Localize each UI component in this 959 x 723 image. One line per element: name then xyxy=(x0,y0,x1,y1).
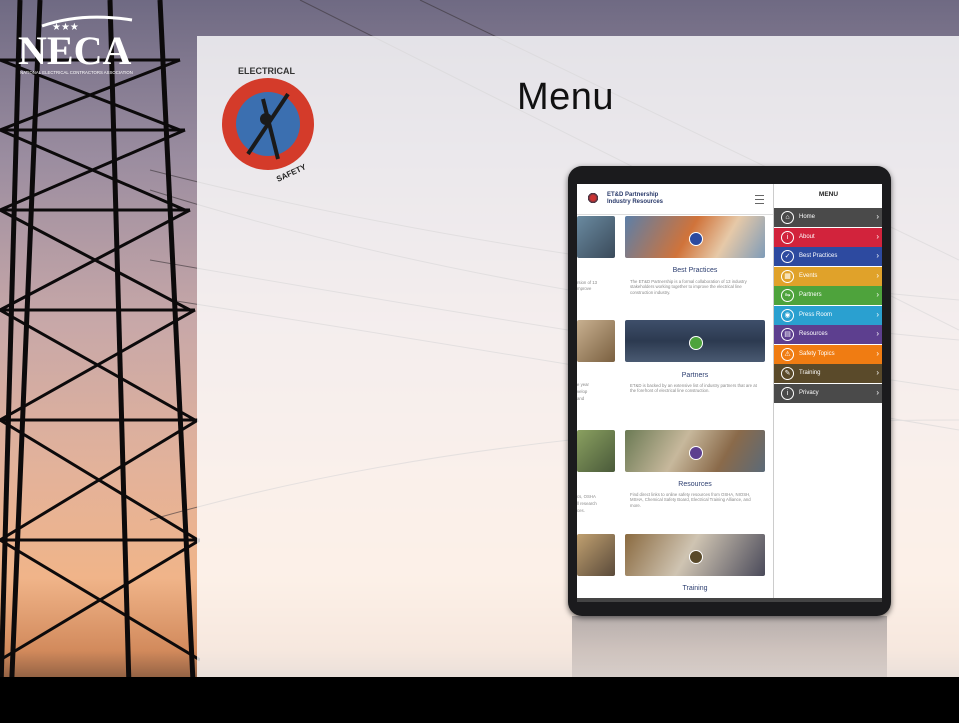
menu-item-resources[interactable]: ▤ Resources › xyxy=(774,325,882,344)
slide-background: NECA ★★★ NATIONAL ELECTRICAL CONTRACTORS… xyxy=(0,0,959,723)
chevron-right-icon: › xyxy=(876,387,879,397)
partial-text: e year xyxy=(577,382,589,387)
partial-text: rsion of 13 xyxy=(577,280,598,285)
side-menu: MENU ⌂ Home › i About › ✓ Best Practices… xyxy=(773,184,882,598)
app-screen: ET&D Partnership Industry Resources rsio… xyxy=(577,184,882,598)
pencil-icon: ✎ xyxy=(781,367,794,380)
menu-item-label: Press Room xyxy=(799,311,833,318)
chevron-right-icon: › xyxy=(876,290,879,299)
checklist-icon xyxy=(689,232,703,246)
neca-logo-text: NECA xyxy=(18,28,131,73)
partial-text: mprove xyxy=(577,286,592,291)
menu-header: MENU xyxy=(818,191,839,198)
folder-icon: ▤ xyxy=(781,328,794,341)
folder-icon xyxy=(689,446,703,460)
slide-bottom-bar xyxy=(0,677,959,723)
tablet-home-bar xyxy=(577,598,882,602)
partial-photo-4 xyxy=(577,534,615,576)
partial-text: and xyxy=(577,396,585,401)
chevron-right-icon: › xyxy=(876,212,879,221)
menu-item-training[interactable]: ✎ Training › xyxy=(774,364,882,383)
menu-item-about[interactable]: i About › xyxy=(774,227,882,247)
chevron-right-icon: › xyxy=(876,348,879,358)
partial-text: ll research xyxy=(577,501,597,506)
etd-partnership-seal: ELECTRICAL SAFETY xyxy=(218,64,333,189)
etd-app-logo xyxy=(587,192,599,204)
info-icon: i xyxy=(781,230,794,244)
partial-photo-1 xyxy=(577,216,615,258)
menu-item-label: Home xyxy=(799,214,816,220)
chevron-right-icon: › xyxy=(876,329,879,338)
tablet-status-bar xyxy=(577,172,882,182)
menu-item-label: Resources xyxy=(799,331,828,337)
partial-text: cs, OSHA xyxy=(577,494,596,499)
menu-item-label: Partners xyxy=(799,292,822,298)
app-title-line1: ET&D Partnership xyxy=(607,192,659,198)
partial-text: ces. xyxy=(577,508,585,513)
card-text: The ET&D Partnership is a formal collabo… xyxy=(630,279,747,295)
neca-tagline: NATIONAL ELECTRICAL CONTRACTORS ASSOCIAT… xyxy=(20,70,133,75)
menu-item-label: Safety Topics xyxy=(799,350,835,357)
warning-icon: ⚠ xyxy=(781,347,794,361)
chevron-right-icon: › xyxy=(876,270,879,280)
menu-item-label: Best Practices xyxy=(799,253,838,259)
card-title[interactable]: Partners xyxy=(625,372,765,379)
menu-item-best-practices[interactable]: ✓ Best Practices › xyxy=(774,247,882,266)
menu-item-press-room[interactable]: ◉ Press Room › xyxy=(774,305,882,325)
svg-text:★★★: ★★★ xyxy=(52,22,79,33)
menu-item-safety-topics[interactable]: ⚠ Safety Topics › xyxy=(774,344,882,364)
card-text: Find direct links to online safety resou… xyxy=(630,492,751,508)
menu-item-privacy[interactable]: i Privacy › xyxy=(774,383,882,403)
tablet-device: ET&D Partnership Industry Resources rsio… xyxy=(568,166,891,616)
chevron-right-icon: › xyxy=(876,231,879,241)
card-title[interactable]: Training xyxy=(625,585,765,592)
chevron-right-icon: › xyxy=(876,251,879,260)
card-title[interactable]: Resources xyxy=(625,481,765,488)
handshake-icon: ⇋ xyxy=(781,289,794,302)
card-title[interactable]: Best Practices xyxy=(625,267,765,274)
hamburger-menu-icon[interactable] xyxy=(755,195,764,204)
partial-photo-2 xyxy=(577,320,615,362)
card-text: ET&D is backed by an extensive list of i… xyxy=(630,383,757,394)
chevron-right-icon: › xyxy=(876,309,879,319)
app-header: ET&D Partnership Industry Resources xyxy=(577,184,773,215)
pencil-icon xyxy=(689,550,703,564)
info-icon: i xyxy=(781,386,794,400)
calendar-icon: ▦ xyxy=(781,269,794,283)
microphone-icon: ◉ xyxy=(781,308,794,322)
menu-item-label: Training xyxy=(799,370,821,376)
home-icon: ⌂ xyxy=(781,211,794,224)
transmission-tower-silhouette xyxy=(0,0,200,723)
menu-item-events[interactable]: ▦ Events › xyxy=(774,266,882,286)
chevron-right-icon: › xyxy=(876,368,879,377)
svg-text:ELECTRICAL: ELECTRICAL xyxy=(238,66,295,76)
menu-item-label: About xyxy=(799,233,815,240)
checklist-icon: ✓ xyxy=(781,250,794,263)
handshake-icon xyxy=(689,336,703,350)
app-title-line2: Industry Resources xyxy=(607,199,664,205)
menu-item-label: Privacy xyxy=(799,389,819,396)
partial-text: velop xyxy=(577,389,588,394)
menu-item-label: Events xyxy=(799,272,818,279)
menu-item-partners[interactable]: ⇋ Partners › xyxy=(774,286,882,305)
neca-logo: NECA ★★★ NATIONAL ELECTRICAL CONTRACTORS… xyxy=(12,8,152,78)
slide-title: Menu xyxy=(517,76,615,118)
partial-photo-3 xyxy=(577,430,615,472)
menu-item-home[interactable]: ⌂ Home › xyxy=(774,208,882,227)
